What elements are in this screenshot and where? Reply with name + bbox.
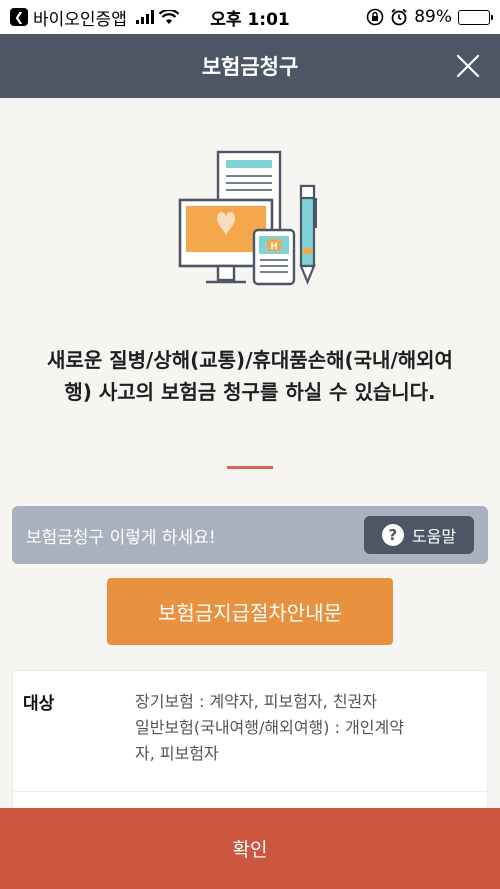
back-to-app-icon[interactable]: ❮ [10, 8, 28, 26]
header: 보험금청구 [0, 34, 500, 98]
intro-message: 새로운 질병/상해(교통)/휴대품손해(국내/해외여행) 사고의 보험금 청구를… [47, 348, 453, 404]
status-time: 오후 1:01 [210, 9, 290, 30]
battery-icon [458, 9, 493, 25]
status-right: 89% [300, 7, 493, 27]
back-app-label[interactable]: 바이오인증앱 [33, 5, 127, 30]
payment-procedure-button[interactable]: 보험금지급절차안내문 [107, 578, 393, 645]
signal-icon [135, 10, 154, 24]
eligibility-line: 일반보험(국내여행/해외여행) : 개인계약 [135, 718, 404, 737]
payment-procedure-label: 보험금지급절차안내문 [158, 601, 342, 625]
guide-text: 보험금청구 이렇게 하세요! [26, 527, 216, 548]
close-icon[interactable] [454, 52, 482, 80]
question-icon: ? [381, 524, 404, 546]
page-title: 보험금청구 [201, 55, 299, 79]
rotation-lock-icon [366, 8, 384, 26]
eligibility-label: 대상 [23, 694, 55, 714]
eligibility-line: 장기보험 : 계약자, 피보험자, 친권자 [135, 692, 377, 711]
alarm-icon [391, 8, 407, 26]
eligibility-line: 자, 피보험자 [135, 744, 219, 763]
card-divider [13, 791, 487, 792]
svg-text:H: H [270, 242, 278, 252]
eligibility-values: 장기보험 : 계약자, 피보험자, 친권자 일반보험(국내여행/해외여행) : … [135, 689, 477, 767]
wifi-icon [158, 9, 179, 24]
accent-divider [227, 466, 273, 469]
insurance-claim-illustration: H [178, 150, 317, 286]
guide-bar: 보험금청구 이렇게 하세요! ? 도움말 [12, 506, 488, 564]
status-left: ❮ 바이오인증앱 [10, 5, 200, 30]
help-button[interactable]: ? 도움말 [364, 516, 474, 554]
eligibility-card: 대상 장기보험 : 계약자, 피보험자, 친권자 일반보험(국내여행/해외여행)… [12, 670, 488, 810]
confirm-button[interactable]: 확인 [0, 808, 500, 889]
eligibility-row: 대상 장기보험 : 계약자, 피보험자, 친권자 일반보험(국내여행/해외여행)… [13, 671, 487, 767]
battery-percent: 89% [414, 7, 452, 27]
help-label: 도움말 [411, 527, 457, 546]
status-bar: ❮ 바이오인증앱 오후 1:01 89% [0, 0, 500, 34]
confirm-label: 확인 [232, 839, 268, 861]
